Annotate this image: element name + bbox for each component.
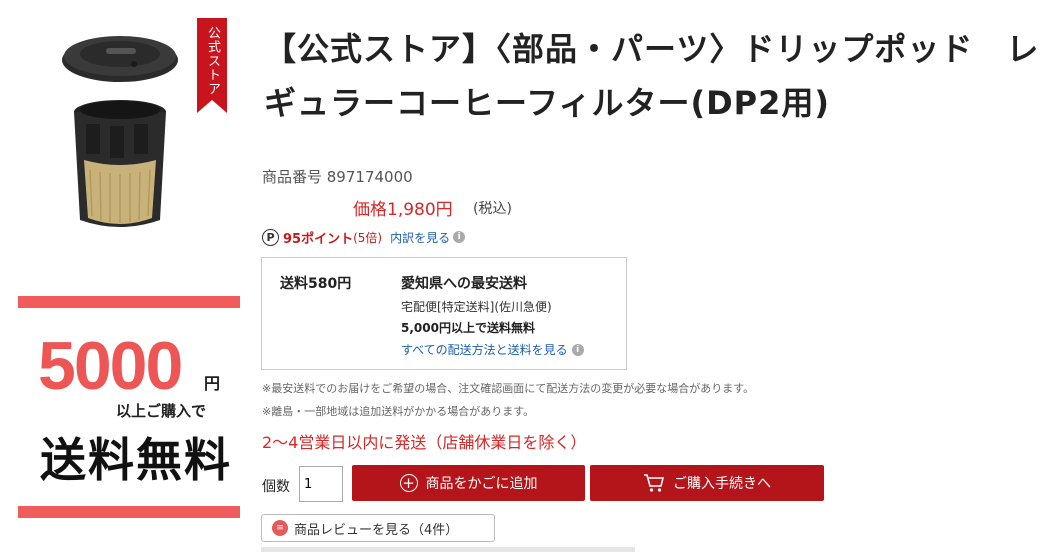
banner-amount: 5000 [38, 328, 183, 404]
ribbon-label: 公式ストア [205, 26, 220, 96]
delivery-estimate: 2〜4営業日以内に発送（店舗休業日を除く） [262, 433, 587, 452]
product-image [62, 36, 178, 227]
info-icon[interactable]: i [453, 231, 466, 243]
view-reviews-label: 商品レビューを見る（4件） [294, 522, 459, 538]
checkout-button[interactable]: ご購入手続きへ [590, 465, 824, 501]
quantity-input[interactable] [299, 466, 343, 502]
checkout-label: ご購入手続きへ [673, 476, 771, 492]
product-title: 【公式ストア】〈部品・パーツ〉ドリップポッド レギュラーコーヒーフィルター(DP… [264, 30, 1040, 122]
shipping-heading: 愛知県への最安送料 [401, 276, 527, 292]
plus-icon: + [399, 474, 418, 492]
price-tax-note: (税込) [473, 201, 512, 217]
item-number: 商品番号 897174000 [262, 168, 413, 186]
shipping-fee: 送料580円 [280, 276, 352, 292]
price: 価格1,980円 [353, 200, 453, 220]
points-breakdown-link[interactable]: 内訳を見る [390, 229, 450, 246]
points-rate: (5倍) [353, 230, 383, 245]
points-value: 95ポイント [283, 231, 354, 247]
shipping-note: ※離島・一部地域は追加送料がかかる場合があります。 [262, 405, 535, 418]
banner-free-shipping: 送料無料 [40, 433, 232, 487]
banner-subtext: 以上ご購入で [116, 402, 207, 420]
banner-top-bar [18, 296, 240, 308]
speech-bubble-icon: ≡ [272, 520, 288, 536]
info-icon[interactable]: i [571, 343, 584, 356]
points-icon: P [262, 228, 279, 246]
cart-icon [644, 474, 665, 492]
quantity-label: 個数 [262, 479, 290, 495]
banner-yen: 円 [204, 374, 221, 393]
free-shipping-threshold: 5,000円以上で送料無料 [401, 321, 535, 335]
view-reviews-button[interactable]: ≡ 商品レビューを見る（4件） [261, 514, 495, 542]
shipping-method: 宅配便[特定送料](佐川急便) [401, 300, 552, 314]
banner-bottom-bar [18, 506, 240, 518]
divider [261, 547, 635, 552]
add-to-cart-button[interactable]: + 商品をかごに追加 [352, 465, 585, 501]
points-row: P 95ポイント (5倍) 内訳を見る i [262, 227, 466, 247]
all-shipping-methods-label[interactable]: すべての配送方法と送料を見る [401, 341, 568, 358]
add-to-cart-label: 商品をかごに追加 [425, 476, 538, 492]
shipping-note: ※最安送料でのお届けをご希望の場合、注文確認画面にて配送方法の変更が必要な場合が… [262, 382, 755, 395]
all-shipping-methods-link[interactable]: すべての配送方法と送料を見る i [401, 341, 584, 358]
